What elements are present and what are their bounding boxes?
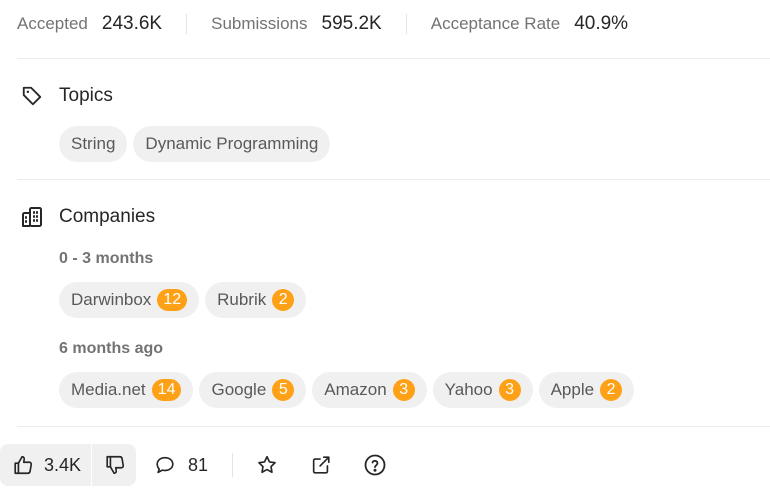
stats-row: Accepted 243.6K Submissions 595.2K Accep… <box>17 0 628 48</box>
companies-header[interactable]: Companies <box>20 205 155 229</box>
submissions-stat: Submissions 595.2K <box>211 13 382 35</box>
star-icon <box>256 454 278 476</box>
company-tag[interactable]: Amazon 3 <box>312 372 427 408</box>
comments-button[interactable]: 81 <box>154 454 208 476</box>
action-bar: 3.4K 81 <box>0 444 387 486</box>
company-name: Darwinbox <box>71 290 152 309</box>
company-tag[interactable]: Yahoo 3 <box>432 372 533 408</box>
tag-icon <box>20 84 44 108</box>
help-icon <box>363 453 387 477</box>
accepted-value: 243.6K <box>101 13 163 34</box>
stat-divider <box>405 14 407 34</box>
section-divider <box>17 426 770 427</box>
like-count: 3.4K <box>44 454 82 475</box>
company-count-badge: 5 <box>272 379 295 401</box>
topics-header[interactable]: Topics <box>20 84 113 108</box>
action-divider <box>232 453 234 477</box>
comment-icon <box>154 454 176 476</box>
companies-title: Companies <box>59 206 156 227</box>
share-button[interactable] <box>309 453 333 477</box>
company-tag[interactable]: Darwinbox 12 <box>59 282 200 318</box>
time-range-label: 0 - 3 months <box>59 250 154 267</box>
company-name: Yahoo <box>444 380 493 399</box>
accepted-stat: Accepted 243.6K <box>17 13 162 35</box>
company-tags-older: Media.net 14 Google 5 Amazon 3 Yahoo 3 A… <box>59 372 635 408</box>
company-count-badge: 3 <box>392 379 415 401</box>
company-count-badge: 2 <box>272 289 295 311</box>
acceptance-rate-label: Acceptance Rate <box>430 14 561 33</box>
company-name: Amazon <box>324 380 387 399</box>
company-count-badge: 2 <box>600 379 623 401</box>
stat-divider <box>186 14 188 34</box>
acceptance-rate-stat: Acceptance Rate 40.9% <box>431 13 628 35</box>
submissions-label: Submissions <box>211 14 308 33</box>
topic-tags: String Dynamic Programming <box>59 126 331 162</box>
company-count-badge: 12 <box>157 289 188 311</box>
section-divider <box>17 58 770 59</box>
thumbs-down-icon <box>104 454 126 476</box>
thumbs-up-icon <box>12 454 34 476</box>
topic-tag-label: Dynamic Programming <box>145 134 319 153</box>
time-range-label: 6 months ago <box>59 340 164 357</box>
favorite-button[interactable] <box>255 453 279 477</box>
share-icon <box>310 454 332 476</box>
submissions-value: 595.2K <box>321 13 382 34</box>
topics-title: Topics <box>59 85 113 106</box>
comment-count: 81 <box>188 454 209 475</box>
like-button[interactable]: 3.4K <box>0 444 91 486</box>
section-divider <box>17 179 770 180</box>
company-count-badge: 14 <box>151 379 182 401</box>
company-tag[interactable]: Apple 2 <box>538 372 635 408</box>
company-name: Rubrik <box>217 290 267 309</box>
vote-group: 3.4K <box>0 444 137 486</box>
company-tag[interactable]: Media.net 14 <box>59 372 194 408</box>
topic-tag-label: String <box>71 134 116 153</box>
building-icon <box>20 205 44 229</box>
company-name: Apple <box>550 380 595 399</box>
help-button[interactable] <box>363 453 387 477</box>
company-tags-recent: Darwinbox 12 Rubrik 2 <box>59 282 307 318</box>
company-name: Google <box>211 380 267 399</box>
company-tag[interactable]: Google 5 <box>199 372 307 408</box>
company-name: Media.net <box>71 380 146 399</box>
company-tag[interactable]: Rubrik 2 <box>205 282 307 318</box>
company-count-badge: 3 <box>498 379 521 401</box>
accepted-label: Accepted <box>17 14 88 33</box>
topic-tag[interactable]: String <box>59 126 128 162</box>
dislike-button[interactable] <box>92 444 136 486</box>
acceptance-rate-value: 40.9% <box>574 13 629 34</box>
topic-tag[interactable]: Dynamic Programming <box>133 126 331 162</box>
